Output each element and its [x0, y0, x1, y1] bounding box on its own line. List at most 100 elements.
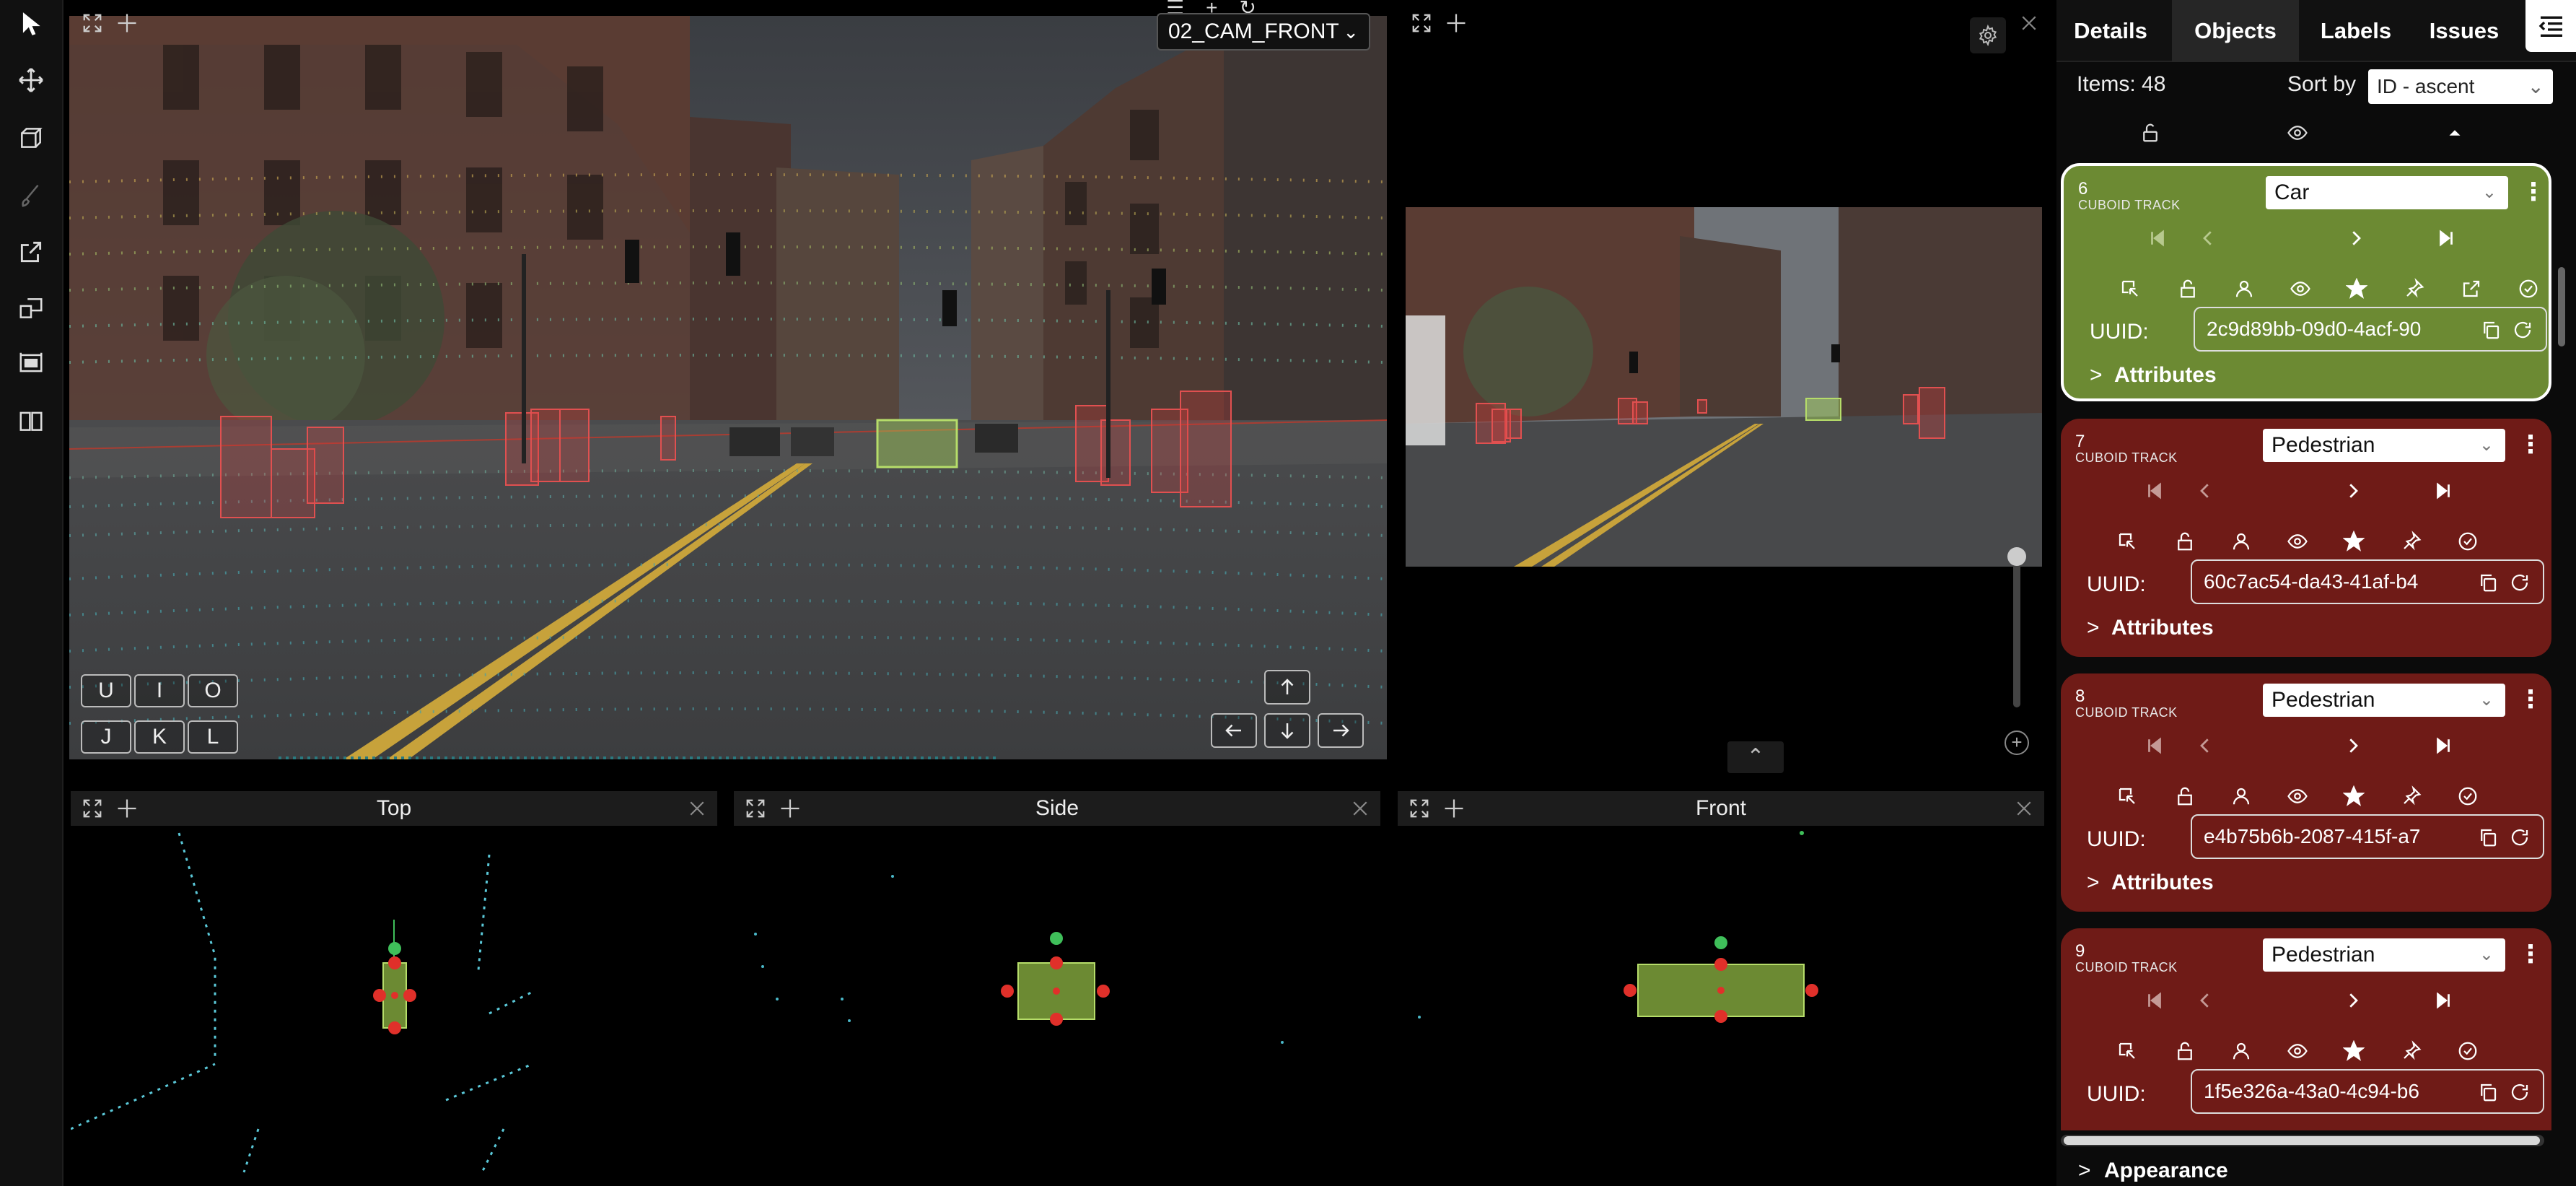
star-icon[interactable]	[2342, 274, 2371, 303]
regenerate-icon[interactable]	[2508, 315, 2537, 344]
copy-icon[interactable]	[2474, 568, 2502, 597]
check-circle-icon[interactable]	[2514, 274, 2543, 303]
expand-icon[interactable]	[1405, 794, 1434, 823]
eye-icon[interactable]	[2283, 782, 2312, 811]
more-options-icon[interactable]: ⋮	[2518, 685, 2543, 717]
uuid-value[interactable]: e4b75b6b-2087-415f-a7	[2204, 816, 2478, 858]
next-frame-icon[interactable]	[2339, 476, 2367, 505]
select-icon[interactable]	[2113, 527, 2142, 556]
last-frame-icon[interactable]	[2429, 986, 2458, 1015]
copy-icon[interactable]	[2474, 1078, 2502, 1107]
close-icon[interactable]	[1346, 794, 1375, 823]
uuid-value[interactable]: 2c9d89bb-09d0-4acf-90	[2207, 308, 2481, 350]
star-icon[interactable]	[2339, 1037, 2368, 1065]
label-select[interactable]: Car ⌄	[2266, 176, 2508, 209]
tab-issues[interactable]: Issues	[2410, 0, 2518, 62]
close-icon[interactable]	[2010, 794, 2038, 823]
eye-icon[interactable]	[2283, 527, 2312, 556]
key-i-button[interactable]: I	[134, 674, 185, 707]
zoom-slider-handle[interactable]	[2007, 547, 2026, 566]
object-card[interactable]: 6 CUBOID TRACK Car ⌄ ⋮ UUID: 2c9d89bb-09d0-4ac…	[2061, 163, 2551, 401]
prev-frame-icon[interactable]	[2194, 224, 2222, 253]
lock-icon[interactable]	[2170, 527, 2199, 556]
secondary-camera-view[interactable]	[1406, 207, 2042, 567]
regenerate-icon[interactable]	[2505, 568, 2534, 597]
key-k-button[interactable]: K	[134, 720, 185, 754]
regenerate-icon[interactable]	[2505, 823, 2534, 852]
arrow-up-button[interactable]	[1264, 670, 1310, 705]
arrow-down-button[interactable]	[1264, 713, 1310, 748]
tab-details[interactable]: Details	[2056, 0, 2165, 62]
label-select[interactable]: Pedestrian ⌄	[2263, 684, 2505, 717]
next-frame-icon[interactable]	[2339, 986, 2367, 1015]
collapse-all-icon[interactable]	[2440, 118, 2469, 147]
more-options-icon[interactable]: ⋮	[2518, 430, 2543, 462]
brush-icon[interactable]	[14, 179, 48, 212]
side-view-panel[interactable]: Side	[734, 791, 1380, 1186]
expand-icon[interactable]	[1407, 9, 1436, 38]
copy-icon[interactable]	[2474, 823, 2502, 852]
front-view-panel[interactable]: Front	[1398, 791, 2044, 1186]
uuid-field[interactable]: 2c9d89bb-09d0-4acf-90	[2194, 307, 2547, 352]
export-icon[interactable]	[2457, 274, 2486, 303]
split-view-icon[interactable]	[14, 292, 48, 325]
object-card[interactable]: 7 CUBOID TRACK Pedestrian ⌄ ⋮ UUID: 60c7ac54-d…	[2061, 419, 2551, 657]
first-frame-icon[interactable]	[2143, 224, 2172, 253]
prev-frame-icon[interactable]	[2191, 731, 2220, 760]
check-circle-icon[interactable]	[2453, 782, 2482, 811]
pin-icon[interactable]	[2397, 782, 2426, 811]
first-frame-icon[interactable]	[2140, 731, 2169, 760]
attributes-section[interactable]: > Attributes	[2090, 361, 2217, 390]
label-select[interactable]: Pedestrian ⌄	[2263, 938, 2505, 972]
regenerate-icon[interactable]	[2505, 1078, 2534, 1107]
select-icon[interactable]	[2116, 274, 2145, 303]
close-icon[interactable]	[2015, 9, 2043, 38]
object-card[interactable]: 9 CUBOID TRACK Pedestrian ⌄ ⋮ UUID: 1f5e326a-4…	[2061, 928, 2551, 1130]
tab-objects[interactable]: Objects	[2172, 0, 2299, 62]
zoom-in-icon[interactable]: +	[2005, 731, 2029, 755]
user-icon[interactable]	[2230, 274, 2259, 303]
zoom-slider[interactable]	[2013, 549, 2020, 707]
lock-icon[interactable]	[2170, 1037, 2199, 1065]
chevron-up-icon[interactable]: ⌃	[1727, 741, 1784, 773]
prev-frame-icon[interactable]	[2191, 476, 2220, 505]
move-view-icon[interactable]	[113, 9, 141, 38]
vertical-scrollbar[interactable]	[2558, 267, 2565, 346]
key-o-button[interactable]: O	[188, 674, 238, 707]
last-frame-icon[interactable]	[2429, 476, 2458, 505]
expand-icon[interactable]	[78, 794, 107, 823]
move-icon[interactable]	[14, 64, 48, 97]
first-frame-icon[interactable]	[2140, 476, 2169, 505]
check-circle-icon[interactable]	[2453, 1037, 2482, 1065]
unlock-all-icon[interactable]	[2136, 118, 2165, 147]
move-view-icon[interactable]	[1442, 9, 1471, 38]
horizontal-scrollbar[interactable]	[2061, 1135, 2544, 1146]
gear-icon[interactable]	[1970, 17, 2006, 53]
sort-select[interactable]: ID - ascent ⌄	[2368, 69, 2553, 104]
last-frame-icon[interactable]	[2432, 224, 2461, 253]
key-u-button[interactable]: U	[81, 674, 131, 707]
star-icon[interactable]	[2339, 527, 2368, 556]
uuid-field[interactable]: e4b75b6b-2087-415f-a7	[2191, 814, 2544, 859]
eye-all-icon[interactable]	[2283, 118, 2312, 147]
export-icon[interactable]	[14, 235, 48, 269]
uuid-field[interactable]: 1f5e326a-43a0-4c94-b6	[2191, 1069, 2544, 1114]
copy-icon[interactable]	[2476, 315, 2505, 344]
uuid-value[interactable]: 60c7ac54-da43-41af-b4	[2204, 561, 2478, 603]
user-icon[interactable]	[2227, 527, 2256, 556]
move-view-icon[interactable]	[1440, 794, 1468, 823]
move-view-icon[interactable]	[113, 794, 141, 823]
cuboid-icon[interactable]	[14, 121, 48, 154]
eye-icon[interactable]	[2286, 274, 2315, 303]
object-card[interactable]: 8 CUBOID TRACK Pedestrian ⌄ ⋮ UUID: e4b75b6b-2…	[2061, 673, 2551, 912]
last-frame-icon[interactable]	[2429, 731, 2458, 760]
appearance-section[interactable]: > Appearance	[2078, 1159, 2228, 1183]
pin-icon[interactable]	[2397, 1037, 2426, 1065]
camera-select[interactable]: 02_CAM_FRONT ⌄	[1157, 13, 1370, 51]
next-frame-icon[interactable]	[2341, 224, 2370, 253]
panel-menu-button[interactable]	[2525, 0, 2576, 52]
uuid-field[interactable]: 60c7ac54-da43-41af-b4	[2191, 559, 2544, 604]
user-icon[interactable]	[2227, 1037, 2256, 1065]
prev-frame-icon[interactable]	[2191, 986, 2220, 1015]
close-icon[interactable]	[683, 794, 711, 823]
